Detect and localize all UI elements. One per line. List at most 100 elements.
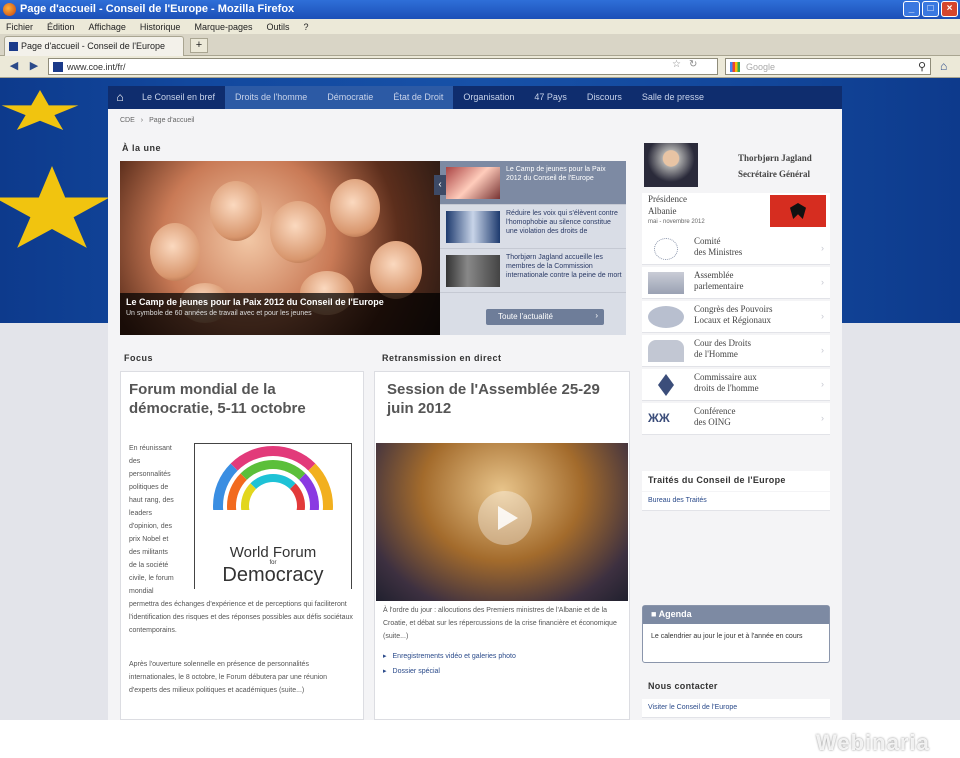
google-icon — [730, 62, 740, 72]
chevron-left-icon[interactable]: ‹ — [434, 175, 446, 195]
focus-line: En réunissant — [129, 445, 172, 452]
direct-body: À l'ordre du jour : allocutions des Prem… — [383, 607, 617, 640]
photo-face — [330, 179, 380, 237]
treaties-heading: Traités du Conseil de l'Europe — [642, 471, 830, 491]
nav-pays[interactable]: 47 Pays — [524, 86, 577, 109]
news-thumb — [446, 255, 500, 287]
sidebar-item-commissaire[interactable]: Commissaire aux droits de l'homme › — [642, 369, 830, 401]
nav-democratie[interactable]: Démocratie — [317, 86, 384, 109]
nav-discours[interactable]: Discours — [577, 86, 632, 109]
congress-icon — [648, 306, 684, 328]
news-text: Thorbjørn Jagland accueille les membres … — [506, 254, 622, 279]
search-input[interactable]: Google ⚲ — [725, 58, 931, 75]
sg-role: Secrétaire Général — [738, 169, 811, 179]
focus-line: de la société — [129, 562, 169, 569]
news-text: Réduire les voix qui s'élèvent contre l'… — [506, 210, 618, 235]
hero-title: Le Camp de jeunes pour la Paix 2012 du C… — [126, 297, 384, 307]
sg-name: Thorbjørn Jagland — [738, 153, 812, 163]
watermark-logo: Webinaria — [816, 730, 930, 755]
nav-droits[interactable]: Droits de l'homme — [225, 86, 318, 109]
back-icon[interactable]: ◀ — [6, 59, 22, 74]
browser-tab[interactable]: Page d'accueil - Conseil de l'Europe — [4, 36, 184, 56]
menu-tools[interactable]: Outils — [267, 22, 290, 32]
direct-link[interactable]: ▸ Dossier spécial — [383, 665, 623, 678]
all-news-label: Toute l'actualité — [498, 312, 553, 321]
navigation-bar: ◀ ▶ www.coe.int/fr/ ☆ ↻ Google ⚲ ⌂ — [0, 56, 960, 78]
search-icon[interactable]: ⚲ — [918, 60, 926, 73]
bookmark-star-icon[interactable]: ☆ — [672, 59, 681, 70]
maximize-button[interactable]: □ — [922, 1, 939, 17]
focus-title[interactable]: Forum mondial de la démocratie, 5-11 oct… — [129, 380, 357, 418]
chevron-right-icon: › — [821, 243, 824, 253]
sidebar-item-congres[interactable]: Congrès des Pouvoirs Locaux et Régionaux … — [642, 301, 830, 333]
news-item[interactable]: Réduire les voix qui s'élèvent contre l'… — [440, 205, 626, 249]
window-title: Page d'accueil - Conseil de l'Europe - M… — [20, 3, 295, 15]
breadcrumb-item[interactable]: CDE — [120, 117, 135, 124]
committee-icon — [654, 238, 678, 260]
nav-presse[interactable]: Salle de presse — [632, 86, 714, 109]
menu-view[interactable]: Affichage — [89, 22, 126, 32]
nav-organisation[interactable]: Organisation — [453, 86, 524, 109]
menu-edit[interactable]: Édition — [47, 22, 75, 32]
direct-link[interactable]: ▸ Enregistrements vidéo et galeries photo — [383, 650, 623, 663]
presidency-label: Présidence — [648, 194, 687, 204]
news-item[interactable]: Thorbjørn Jagland accueille les membres … — [440, 249, 626, 293]
commissioner-icon — [658, 374, 674, 396]
new-tab-button[interactable]: + — [190, 38, 208, 53]
logo-line3: Democracy — [222, 564, 324, 586]
nav-etat-de-droit[interactable]: État de Droit — [383, 86, 454, 109]
search-placeholder: Google — [746, 62, 776, 72]
site-favicon-icon — [53, 62, 63, 72]
focus-line: politiques de — [129, 484, 169, 491]
menu-help[interactable]: ? — [304, 22, 309, 32]
minimize-button[interactable]: _ — [903, 1, 920, 17]
menu-bookmarks[interactable]: Marque-pages — [194, 22, 252, 32]
direct-link-label: Dossier spécial — [392, 668, 440, 675]
url-text: www.coe.int/fr/ — [67, 62, 126, 72]
menu-file[interactable]: Fichier — [6, 22, 33, 32]
direct-title[interactable]: Session de l'Assemblée 25-29 juin 2012 — [387, 380, 621, 418]
hero-caption[interactable]: Le Camp de jeunes pour la Paix 2012 du C… — [120, 293, 440, 335]
assembly-icon — [648, 272, 684, 294]
breadcrumb-item: Page d'accueil — [149, 117, 195, 124]
reload-icon[interactable]: ↻ — [689, 59, 697, 70]
firefox-icon — [3, 3, 16, 16]
agenda-box: ■ Agenda Le calendrier au jour le jour e… — [642, 605, 830, 663]
sidebar-item-assemblee[interactable]: Assemblée parlementaire › — [642, 267, 830, 299]
albania-flag-icon — [770, 195, 826, 227]
direct-heading: Retransmission en direct — [382, 353, 502, 363]
hero-subtitle: Un symbole de 60 années de travail avec … — [126, 310, 312, 317]
oing-icon: ЖЖ — [648, 411, 670, 425]
forward-icon[interactable]: ▶ — [26, 59, 42, 74]
world-forum-logo[interactable]: World Forum for Democracy — [194, 443, 352, 590]
agenda-text[interactable]: Le calendrier au jour le jour et à l'ann… — [643, 624, 829, 649]
home-nav-icon[interactable]: ⌂ — [108, 86, 132, 109]
breadcrumb: CDE › Page d'accueil — [120, 117, 195, 124]
treaties-link[interactable]: Bureau des Traités — [642, 492, 830, 511]
tab-label: Page d'accueil - Conseil de l'Europe — [21, 41, 166, 51]
nav-conseil[interactable]: Le Conseil en bref — [132, 86, 225, 109]
all-news-button[interactable]: Toute l'actualité › — [486, 309, 604, 325]
menu-history[interactable]: Historique — [140, 22, 181, 32]
focus-line: mondial — [129, 588, 154, 595]
close-button[interactable]: × — [941, 1, 958, 17]
news-text: Le Camp de jeunes pour la Paix 2012 du C… — [506, 166, 606, 182]
content-area: CDE › Page d'accueil À la une Le Camp de j… — [108, 109, 842, 720]
presidency-block[interactable]: Présidence Albanie mai - novembre 2012 — [642, 193, 830, 233]
court-icon — [648, 340, 684, 362]
direct-link-label: Enregistrements vidéo et galeries photo — [392, 653, 516, 660]
focus-line: personnalités — [129, 471, 171, 478]
url-input[interactable]: www.coe.int/fr/ — [48, 58, 718, 75]
sidebar-item-oing[interactable]: ЖЖ Conférence des OING › — [642, 403, 830, 435]
photo-face — [270, 201, 326, 263]
sidebar-item-ministres[interactable]: Comité des Ministres › — [642, 233, 830, 265]
focus-line: des — [129, 458, 141, 465]
bullet-icon: ▸ — [383, 668, 387, 675]
sg-block[interactable]: Thorbjørn Jagland Secrétaire Général — [642, 141, 830, 193]
home-icon[interactable]: ⌂ — [940, 59, 947, 73]
menu-bar: Fichier Édition Affichage Historique Mar… — [0, 19, 960, 34]
news-item[interactable]: Le Camp de jeunes pour la Paix 2012 du C… — [440, 161, 626, 205]
play-icon[interactable] — [478, 491, 532, 545]
sidebar-item-cour[interactable]: Cour des Droits de l'Homme › — [642, 335, 830, 367]
contact-link[interactable]: Visiter le Conseil de l'Europe — [642, 699, 830, 718]
